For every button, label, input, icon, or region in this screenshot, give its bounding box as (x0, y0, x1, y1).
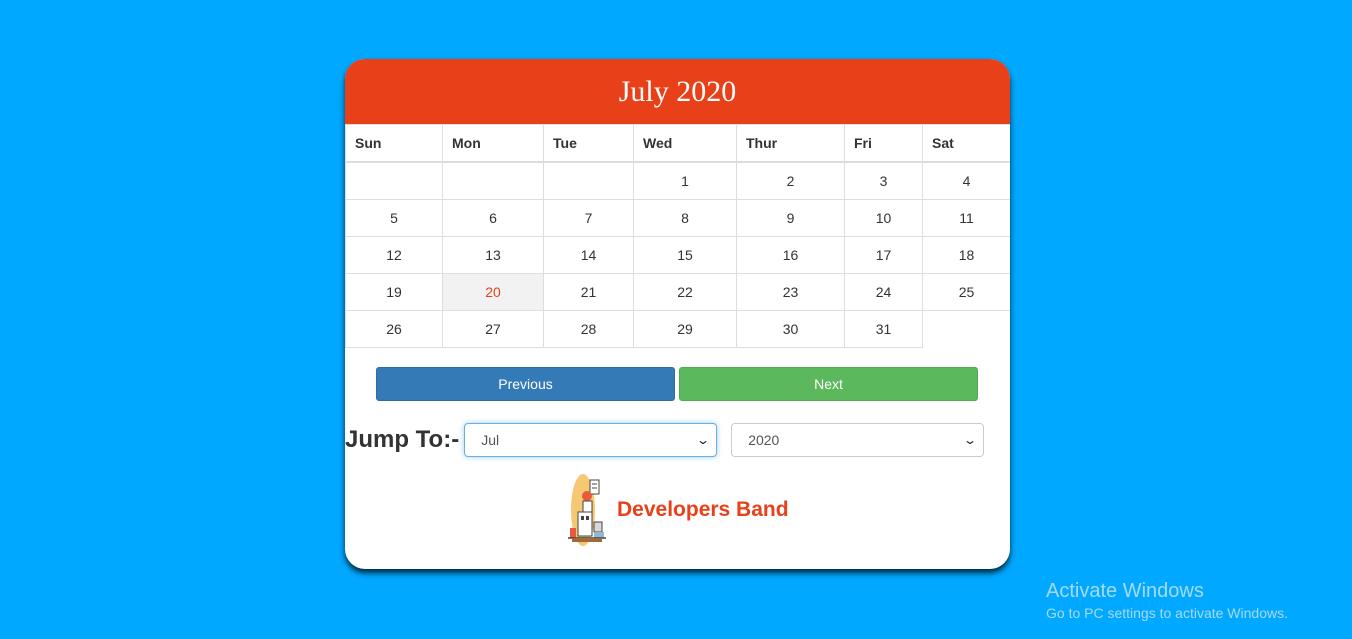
windows-activation-watermark: Activate Windows Go to PC settings to ac… (1046, 580, 1288, 621)
day-cell[interactable]: 23 (736, 273, 845, 311)
day-cell[interactable]: 18 (922, 236, 1010, 274)
weekday-mon: Mon (442, 124, 544, 163)
chevron-down-icon: ⌄ (696, 433, 711, 447)
chevron-down-icon: ⌄ (963, 433, 978, 447)
day-cell[interactable]: 19 (345, 273, 443, 311)
day-cell[interactable]: 25 (922, 273, 1010, 311)
week-row: 5 6 7 8 9 10 11 (345, 199, 1010, 237)
weekday-sat: Sat (922, 124, 1010, 163)
developer-desk-illustration-icon (568, 474, 606, 546)
month-select-value: Jul (481, 432, 500, 448)
weekday-sun: Sun (345, 124, 443, 163)
calendar-table: Sun Mon Tue Wed Thur Fri Sat 1 2 3 4 5 6… (345, 124, 1010, 348)
week-row: 26 27 28 29 30 31 (345, 310, 1011, 348)
calendar-title: July 2020 (345, 59, 1010, 124)
day-cell[interactable]: 6 (442, 199, 544, 237)
next-button[interactable]: Next (679, 367, 978, 401)
week-row: 19 20 21 22 23 24 25 (345, 273, 1010, 311)
day-cell-today[interactable]: 20 (442, 273, 544, 311)
jump-to-row: Jump To:- Jul ⌄ 2020 ⌄ (345, 423, 985, 457)
day-cell (543, 161, 634, 200)
day-cell[interactable]: 17 (844, 236, 923, 274)
day-cell[interactable]: 4 (922, 161, 1010, 200)
day-cell[interactable]: 12 (345, 236, 443, 274)
nav-buttons: Previous Next (376, 367, 978, 401)
day-cell[interactable]: 30 (736, 310, 845, 348)
day-cell[interactable]: 10 (844, 199, 923, 237)
day-cell[interactable]: 21 (543, 273, 634, 311)
weekday-thur: Thur (736, 124, 845, 163)
year-select[interactable]: 2020 ⌄ (731, 423, 985, 457)
day-cell[interactable]: 2 (736, 161, 845, 200)
day-cell[interactable]: 15 (633, 236, 737, 274)
year-select-value: 2020 (748, 432, 780, 448)
weekday-fri: Fri (844, 124, 923, 163)
day-cell[interactable]: 26 (345, 310, 443, 348)
day-cell[interactable]: 5 (345, 199, 443, 237)
brand-name: Developers Band (617, 498, 789, 521)
day-cell[interactable]: 14 (543, 236, 634, 274)
day-cell[interactable]: 27 (442, 310, 544, 348)
day-cell[interactable]: 7 (543, 199, 634, 237)
day-cell[interactable]: 29 (633, 310, 737, 348)
day-cell (442, 161, 544, 200)
weekday-header-row: Sun Mon Tue Wed Thur Fri Sat (345, 124, 1010, 163)
day-cell[interactable]: 28 (543, 310, 634, 348)
day-cell[interactable]: 22 (633, 273, 737, 311)
calendar-card: July 2020 Sun Mon Tue Wed Thur Fri Sat 1… (345, 59, 1010, 569)
day-cell[interactable]: 31 (844, 310, 923, 348)
month-select[interactable]: Jul ⌄ (464, 423, 718, 457)
day-cell[interactable]: 9 (736, 199, 845, 237)
day-cell[interactable]: 3 (844, 161, 923, 200)
week-row: 12 13 14 15 16 17 18 (345, 236, 1010, 274)
day-cell[interactable]: 1 (633, 161, 737, 200)
brand: Developers Band (566, 472, 789, 548)
week-row: 1 2 3 4 (345, 161, 1010, 200)
jump-to-label: Jump To:- (345, 426, 460, 453)
day-cell[interactable]: 16 (736, 236, 845, 274)
previous-button[interactable]: Previous (376, 367, 675, 401)
day-cell (345, 161, 443, 200)
day-cell[interactable]: 24 (844, 273, 923, 311)
weekday-tue: Tue (543, 124, 634, 163)
day-cell (923, 311, 1011, 348)
watermark-title: Activate Windows (1046, 580, 1204, 602)
day-cell[interactable]: 13 (442, 236, 544, 274)
weekday-wed: Wed (633, 124, 737, 163)
day-cell[interactable]: 11 (922, 199, 1010, 237)
watermark-subtitle: Go to PC settings to activate Windows. (1046, 605, 1288, 621)
day-cell[interactable]: 8 (633, 199, 737, 237)
